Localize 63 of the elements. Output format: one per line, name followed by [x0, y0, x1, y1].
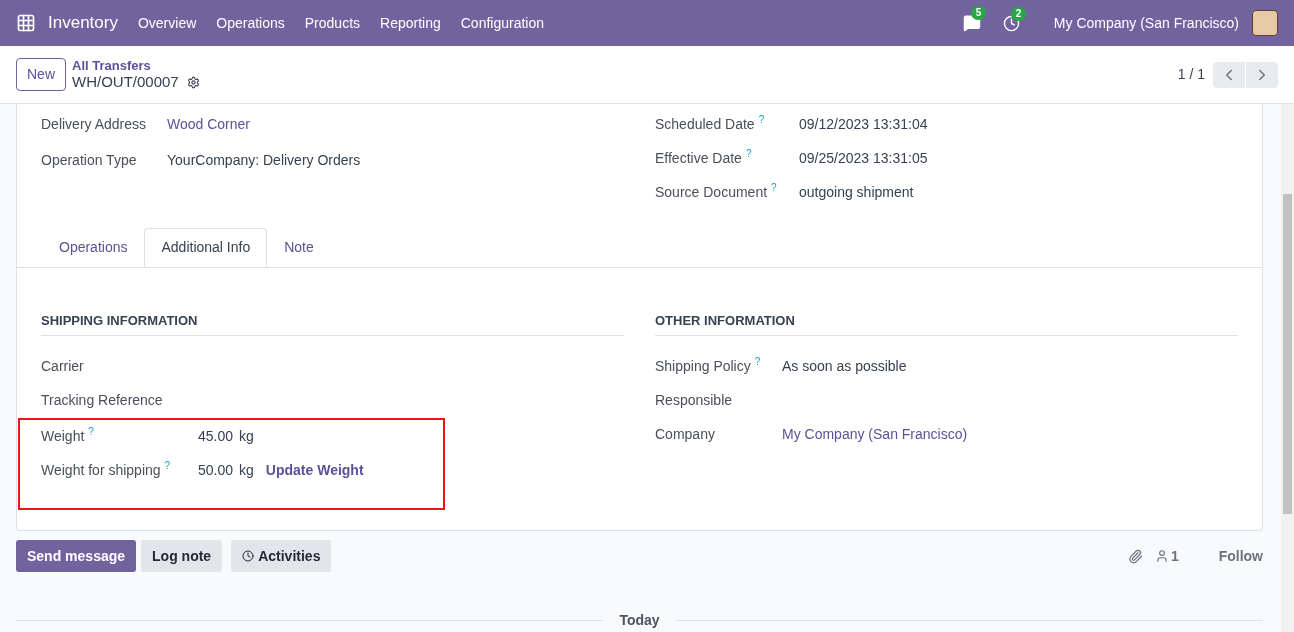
- field-label: Scheduled Date: [655, 115, 755, 134]
- help-tooltip[interactable]: ?: [754, 354, 761, 369]
- user-avatar[interactable]: [1252, 10, 1278, 36]
- help-tooltip[interactable]: ?: [771, 180, 777, 195]
- field-value-link[interactable]: Wood Corner: [167, 114, 250, 135]
- new-button[interactable]: New: [16, 58, 66, 91]
- menu-item[interactable]: Products: [294, 12, 371, 34]
- section-title: SHIPPING INFORMATION: [41, 313, 198, 328]
- previous-button[interactable]: [1213, 61, 1245, 88]
- follow-button[interactable]: Follow: [1218, 545, 1263, 567]
- field-label: Company: [655, 425, 715, 444]
- field-label: Responsible: [655, 391, 733, 410]
- paperclip-icon[interactable]: [1127, 548, 1143, 564]
- field-value: As soon as possible: [782, 357, 907, 376]
- field-label: Operation Type: [41, 151, 137, 170]
- company-switcher[interactable]: My Company (San Francisco): [1053, 12, 1239, 34]
- scrollbar[interactable]: [1281, 104, 1294, 632]
- field-label: Source Document: [655, 183, 768, 202]
- field-value: YourCompany: Delivery Orders: [167, 151, 361, 170]
- field-value: 09/25/2023 13:31:05: [799, 149, 928, 168]
- tab[interactable]: Additional Info: [144, 228, 268, 267]
- menu-item[interactable]: Configuration: [450, 12, 554, 34]
- update-weight-button[interactable]: Update Weight: [265, 460, 364, 481]
- section-title: OTHER INFORMATION: [655, 313, 795, 328]
- chatter-button[interactable]: Send message: [16, 540, 137, 572]
- tab[interactable]: Operations: [42, 228, 145, 267]
- field-label: Delivery Address: [41, 115, 147, 134]
- date-separator: Today: [618, 611, 661, 630]
- field-label: Weight for shipping: [41, 461, 161, 480]
- field-label: Tracking Reference: [41, 391, 163, 410]
- help-tooltip[interactable]: ?: [88, 424, 94, 439]
- field-label: Weight: [41, 427, 85, 446]
- field-value: 09/12/2023 13:31:04: [799, 115, 928, 134]
- field-value: 50.00: [198, 461, 234, 480]
- help-tooltip[interactable]: ?: [758, 112, 765, 127]
- activities-badge: 2: [1010, 6, 1027, 21]
- messages-badge: 5: [970, 6, 987, 20]
- menu-item[interactable]: Operations: [206, 12, 295, 34]
- menu-item[interactable]: Reporting: [370, 12, 451, 34]
- chatter-button[interactable]: Activities: [231, 540, 332, 572]
- help-tooltip[interactable]: ?: [164, 458, 171, 473]
- chatter-button[interactable]: Log note: [141, 540, 223, 572]
- breadcrumb-link[interactable]: All Transfers: [72, 58, 200, 73]
- next-button[interactable]: [1246, 61, 1278, 88]
- settings-icon[interactable]: [186, 75, 200, 89]
- record-name: WH/OUT/00007: [72, 73, 179, 91]
- field-value: 45.00: [198, 427, 234, 446]
- field-value: outgoing shipment: [799, 183, 914, 202]
- field-label: Shipping Policy: [655, 357, 751, 376]
- field-value-link[interactable]: My Company (San Francisco): [782, 424, 968, 445]
- clock-icon: [242, 550, 255, 562]
- help-tooltip[interactable]: ?: [745, 146, 752, 161]
- person-icon: [1154, 549, 1169, 563]
- pager-value[interactable]: 1 / 1: [1177, 64, 1205, 85]
- unit-label: kg: [239, 461, 254, 480]
- followers-button[interactable]: 1: [1154, 545, 1179, 567]
- app-name[interactable]: Inventory: [48, 10, 118, 36]
- field-label: Effective Date: [655, 149, 742, 168]
- menu-item[interactable]: Overview: [127, 12, 207, 34]
- apps-menu-icon[interactable]: [16, 13, 36, 33]
- tab[interactable]: Note: [267, 228, 331, 267]
- unit-label: kg: [239, 427, 254, 446]
- field-label: Carrier: [41, 357, 84, 376]
